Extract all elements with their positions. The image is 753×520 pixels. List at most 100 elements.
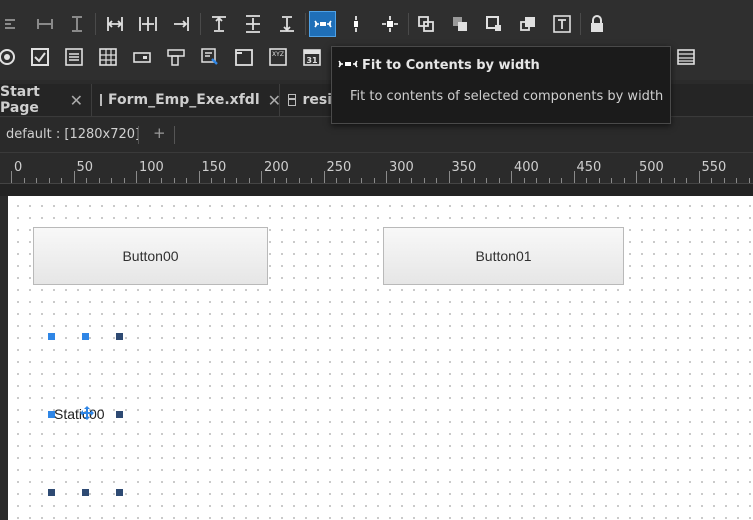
- bring-forward-icon[interactable]: [483, 13, 505, 35]
- button00-label: Button00: [122, 248, 179, 264]
- button00-component[interactable]: Button00: [33, 227, 268, 285]
- ruler-tick-major: [136, 171, 137, 183]
- bring-front-icon[interactable]: [415, 13, 437, 35]
- combo-icon[interactable]: [165, 46, 187, 68]
- checkbox-icon[interactable]: [29, 46, 51, 68]
- align-top-icon[interactable]: [208, 13, 230, 35]
- div-icon[interactable]: [233, 46, 255, 68]
- form-icon: [100, 94, 102, 106]
- ruler-tick-minor: [273, 178, 275, 183]
- ruler-tick-minor: [161, 178, 162, 183]
- ruler-tick-minor: [423, 178, 425, 183]
- screen-label[interactable]: default : [1280x720]: [6, 127, 140, 142]
- add-screen-button[interactable]: +: [153, 124, 166, 142]
- selection-handle-ne[interactable]: [116, 333, 123, 340]
- ruler-tick-major: [73, 171, 75, 183]
- ruler-tick-minor: [598, 178, 600, 183]
- ruler-tick-minor: [686, 178, 687, 183]
- align-left-icon[interactable]: [2, 13, 24, 35]
- ruler-tick-minor: [648, 178, 650, 183]
- close-icon[interactable]: ✕: [70, 91, 83, 110]
- fit-height-icon[interactable]: [345, 13, 367, 35]
- selection-handle-n[interactable]: [82, 333, 89, 340]
- divider: [174, 126, 175, 144]
- fit-width-icon[interactable]: [309, 11, 336, 37]
- lock-icon[interactable]: [586, 13, 608, 35]
- table-icon[interactable]: [675, 46, 697, 68]
- listbox-icon[interactable]: [63, 46, 85, 68]
- ruler-tick-major: [11, 171, 12, 183]
- ruler-tick-minor: [736, 178, 737, 183]
- ruler-tick-major: [323, 171, 325, 183]
- selection-handle-nw[interactable]: [48, 333, 55, 340]
- ruler-tick-minor: [411, 178, 412, 183]
- ruler-tick-minor: [23, 178, 25, 183]
- fit-size-icon[interactable]: [379, 13, 401, 35]
- move-icon[interactable]: [80, 406, 94, 420]
- ruler-tick-minor: [348, 178, 350, 183]
- selection-handle-sw[interactable]: [48, 489, 55, 496]
- spin-icon[interactable]: XYZ: [267, 46, 289, 68]
- align-center-h-icon[interactable]: [137, 13, 159, 35]
- ruler-tick-minor: [248, 178, 250, 183]
- tooltip-description: Fit to contents of selected components b…: [350, 89, 664, 104]
- ruler-label: 350: [451, 160, 477, 175]
- toolbar-separator: [305, 13, 306, 35]
- ruler-tick-minor: [223, 178, 225, 183]
- ruler-tick-minor: [473, 178, 475, 183]
- toolbar-separator: [408, 13, 409, 35]
- calendar-text: 31: [306, 56, 318, 65]
- tab-start-page[interactable]: Start Page ✕: [0, 84, 92, 116]
- button01-component[interactable]: Button01: [383, 227, 624, 285]
- spin-text: XYZ: [272, 51, 284, 58]
- ruler-label: 300: [389, 160, 414, 175]
- send-backward-icon[interactable]: [517, 13, 539, 35]
- ruler-tick-minor: [211, 178, 212, 183]
- send-back-icon[interactable]: [449, 13, 471, 35]
- toolbar-separator: [200, 13, 201, 35]
- same-height-icon[interactable]: [66, 13, 88, 35]
- text-icon[interactable]: [551, 13, 573, 35]
- calendar-icon[interactable]: 31: [301, 46, 323, 68]
- toolbar-separator: [95, 13, 96, 35]
- menu-icon[interactable]: [199, 46, 221, 68]
- ruler-label: 200: [264, 160, 289, 175]
- tab-label: Form_Emp_Exe.xfdl: [108, 92, 260, 108]
- grid-icon[interactable]: [97, 46, 119, 68]
- ruler-label: 250: [326, 160, 352, 175]
- ruler-tick-minor: [236, 178, 237, 183]
- ruler-tick-minor: [398, 178, 400, 183]
- ruler-label: 50: [76, 160, 94, 175]
- ruler-tick-minor: [98, 178, 100, 183]
- selection-handle-e[interactable]: [116, 411, 123, 418]
- edit-icon[interactable]: [131, 46, 153, 68]
- ruler-tick-major: [198, 171, 200, 183]
- selection-handle-s[interactable]: [82, 489, 89, 496]
- ruler-tick-major: [573, 171, 575, 183]
- ruler-tick-minor: [36, 178, 37, 183]
- tab-form-emp-exe[interactable]: Form_Emp_Exe.xfdl ✕: [92, 84, 281, 116]
- align-bottom-icon[interactable]: [276, 13, 298, 35]
- ruler-tick-minor: [661, 178, 662, 183]
- ruler-label: 550: [701, 160, 727, 175]
- ruler-label: 100: [139, 160, 164, 175]
- ruler-tick-minor: [723, 178, 725, 183]
- ruler-tick-minor: [286, 178, 287, 183]
- align-left-edge-icon[interactable]: [104, 13, 126, 35]
- align-middle-v-icon[interactable]: [242, 13, 264, 35]
- ruler-label: 0: [14, 160, 23, 175]
- align-right-edge-icon[interactable]: [170, 13, 192, 35]
- tab-label: resi: [302, 92, 332, 108]
- ruler-tick-major: [698, 171, 700, 183]
- ruler-tick-major: [511, 171, 512, 183]
- radio-icon[interactable]: [0, 46, 18, 68]
- ruler-tick-minor: [436, 178, 437, 183]
- ruler-tick-minor: [86, 178, 87, 183]
- canvas-gutter: [0, 184, 753, 196]
- tooltip-title: Fit to Contents by width: [362, 58, 540, 73]
- selection-handle-se[interactable]: [116, 489, 123, 496]
- toolbar-separator: [580, 13, 581, 35]
- ruler-tick-minor: [548, 178, 550, 183]
- design-canvas[interactable]: Button00 Button01 Static00: [8, 196, 753, 520]
- same-width-icon[interactable]: [34, 13, 56, 35]
